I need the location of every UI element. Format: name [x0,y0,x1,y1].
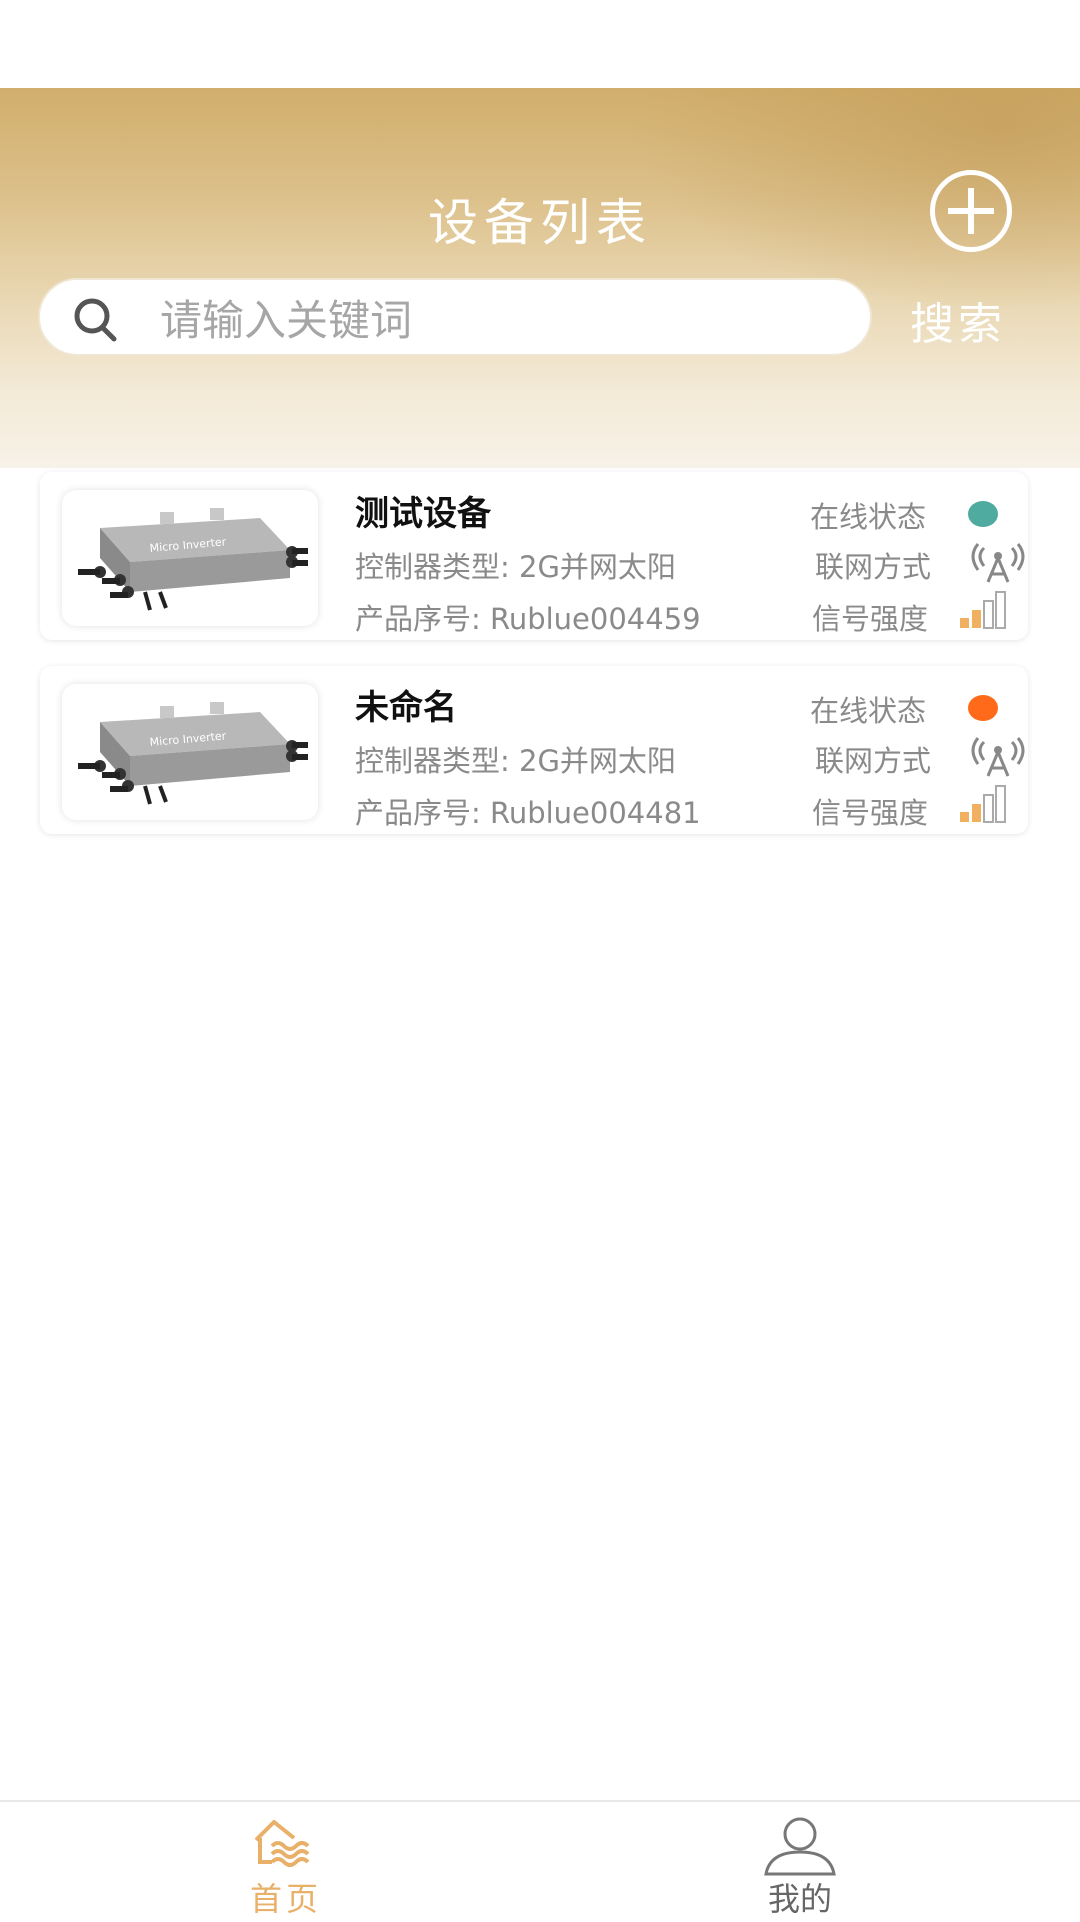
header: 设备列表 搜索 [0,88,1080,468]
tab-bar: 首页 我的 [0,1800,1080,1922]
device-card[interactable]: Micro Inverter 未命名 控制器类型: 2G并网太阳 产品序号: R… [40,666,1028,834]
page-title: 设备列表 [428,194,652,252]
search-box[interactable] [38,278,872,356]
online-status-dot [968,695,998,721]
network-mode-label: 联网方式 [815,550,932,584]
device-image: Micro Inverter [62,684,318,820]
online-status-dot [968,501,998,527]
online-status-label: 在线状态 [810,500,927,534]
status-bar [0,0,1080,88]
device-list: Micro Inverter 测试设备 控制器类型: 2G并网太阳 产品序号: … [40,472,1028,860]
search-button[interactable]: 搜索 [910,288,1006,352]
tab-mine-label: 我的 [767,1880,832,1918]
controller-type: 控制器类型: 2G并网太阳 [355,550,676,584]
antenna-icon [971,543,1025,583]
device-name: 测试设备 [355,494,491,534]
antenna-icon [971,737,1025,777]
add-device-button[interactable] [930,170,1012,252]
signal-strength-label: 信号强度 [812,602,929,636]
network-mode-label: 联网方式 [815,744,932,778]
device-card[interactable]: Micro Inverter 测试设备 控制器类型: 2G并网太阳 产品序号: … [40,472,1028,640]
device-name: 未命名 [355,688,457,728]
online-status-label: 在线状态 [810,694,927,728]
controller-type: 控制器类型: 2G并网太阳 [355,744,676,778]
signal-strength-label: 信号强度 [812,796,929,830]
search-input[interactable] [158,290,842,350]
home-icon [254,1820,310,1867]
user-icon [764,1817,836,1876]
tab-mine[interactable]: 我的 [540,1802,1080,1922]
device-image: Micro Inverter [62,490,318,626]
tab-home-label: 首页 [249,1880,322,1918]
serial-number: 产品序号: Rublue004481 [355,796,701,830]
tab-home[interactable]: 首页 [0,1802,540,1922]
signal-strength-icon [960,785,1006,823]
serial-number: 产品序号: Rublue004459 [355,602,701,636]
search-icon [74,298,117,342]
signal-strength-icon [960,591,1006,629]
